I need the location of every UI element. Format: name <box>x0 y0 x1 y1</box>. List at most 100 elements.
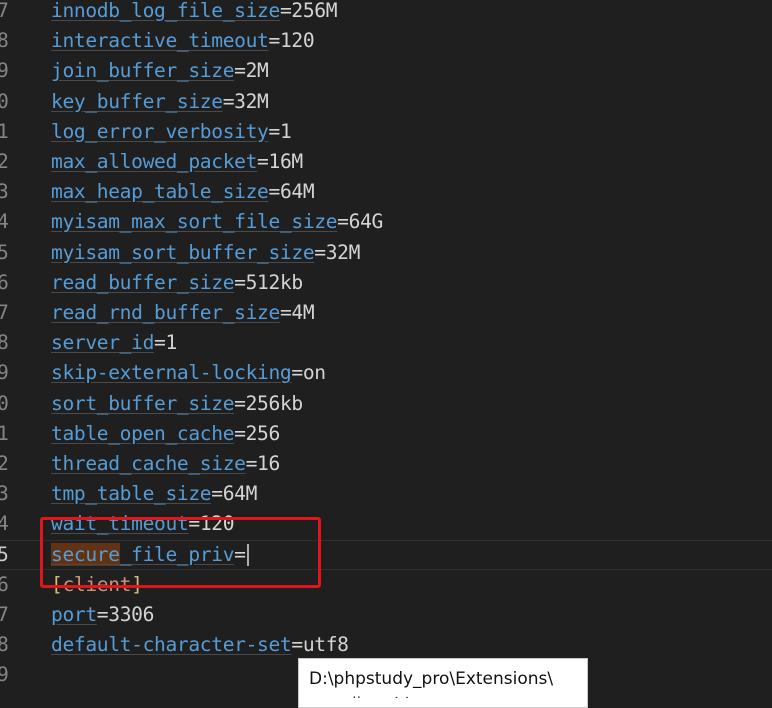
config-value: 256 <box>245 421 281 445</box>
code-text: [client] <box>51 570 143 600</box>
tooltip-second-line: …ㄧ ㄦ ㄧ ㄚ <box>309 690 577 698</box>
equals-sign: = <box>234 542 246 566</box>
config-key: wait_timeout <box>51 512 189 536</box>
equals-sign: = <box>337 210 349 234</box>
equals-sign: = <box>188 512 200 536</box>
code-line[interactable]: 9 skip-external-locking=on <box>0 358 772 388</box>
config-key: join_buffer_size <box>51 59 235 83</box>
code-text: secure_file_priv= <box>51 541 249 569</box>
code-text: default-character-set=utf8 <box>51 630 349 660</box>
code-line[interactable]: 7 read_rnd_buffer_size=4M <box>0 298 772 328</box>
code-text: max_heap_table_size=64M <box>51 177 315 207</box>
code-text: thread_cache_size=16 <box>51 449 280 479</box>
equals-sign: = <box>257 150 269 173</box>
equals-sign: = <box>234 421 246 445</box>
config-key: tmp_table_size <box>51 482 212 506</box>
config-key: secure_file_priv <box>51 542 235 566</box>
equals-sign: = <box>268 119 280 143</box>
code-line[interactable]: 5 secure_file_priv= <box>0 539 772 570</box>
code-text: myisam_sort_buffer_size=32M <box>51 238 360 268</box>
equals-sign: = <box>234 59 246 83</box>
config-value: on <box>302 361 326 385</box>
equals-sign: = <box>234 270 246 294</box>
config-value: utf8 <box>302 633 349 657</box>
code-line[interactable]: 0 sort_buffer_size=256kb <box>0 389 772 419</box>
code-line[interactable]: 5 myisam_sort_buffer_size=32M <box>0 238 772 268</box>
equals-sign: = <box>279 0 292 22</box>
code-line[interactable]: 3 max_heap_table_size=64M <box>0 177 772 207</box>
code-line[interactable]: 6 [client] <box>0 570 772 600</box>
tooltip-path-text: D:\phpstudy_pro\Extensions\ <box>309 669 554 689</box>
line-number: 2 <box>0 150 9 173</box>
config-key: interactive_timeout <box>51 29 269 53</box>
config-value: 64G <box>348 210 384 234</box>
equals-sign: = <box>234 391 246 415</box>
config-value: 120 <box>279 29 315 53</box>
config-key: sort_buffer_size <box>51 391 235 415</box>
code-line[interactable]: 7 port=3306 <box>0 600 772 630</box>
config-value: 64M <box>279 180 315 204</box>
config-value: 120 <box>199 512 235 536</box>
code-line[interactable]: 8 default-character-set=utf8 <box>0 630 772 660</box>
line-number: 7 <box>0 301 9 324</box>
equals-sign: = <box>96 603 109 626</box>
code-line[interactable]: 6 read_buffer_size=512kb <box>0 268 772 298</box>
equals-sign: = <box>279 301 292 324</box>
line-number: 4 <box>0 512 9 536</box>
config-key: myisam_sort_buffer_size <box>51 240 315 264</box>
line-number: 3 <box>0 482 9 506</box>
config-key: max_heap_table_size <box>51 180 269 204</box>
code-line[interactable]: 9 join_buffer_size=2M <box>0 56 772 86</box>
code-text: read_buffer_size=512kb <box>51 268 303 298</box>
config-key: default-character-set <box>51 633 292 657</box>
code-text: skip-external-locking=on <box>51 358 326 388</box>
code-line[interactable]: 4 myisam_max_sort_file_size=64G <box>0 207 772 237</box>
code-line[interactable]: 1 table_open_cache=256 <box>0 419 772 449</box>
line-number: 1 <box>0 119 9 143</box>
code-line[interactable]: 2 thread_cache_size=16 <box>0 449 772 479</box>
code-line[interactable]: 2 max_allowed_packet=16M <box>0 147 772 177</box>
code-text: join_buffer_size=2M <box>51 56 269 86</box>
section-name: client <box>62 572 132 596</box>
config-key: port <box>51 603 97 626</box>
config-key: read_rnd_buffer_size <box>51 301 280 324</box>
config-value: 256kb <box>245 391 304 415</box>
code-line[interactable]: 8 server_id=1 <box>0 328 772 358</box>
equals-sign: = <box>154 331 166 355</box>
config-key: log_error_verbosity <box>51 119 269 143</box>
code-text: read_rnd_buffer_size=4M <box>51 298 315 328</box>
code-text: sort_buffer_size=256kb <box>51 389 303 419</box>
line-number: 3 <box>0 180 9 204</box>
config-value: 512kb <box>245 270 304 294</box>
config-value: 3306 <box>108 603 155 626</box>
config-value: 32M <box>234 89 269 113</box>
config-value: 4M <box>291 301 315 324</box>
line-number: 8 <box>0 29 9 53</box>
config-value: 32M <box>325 240 361 264</box>
line-number: 6 <box>0 572 9 596</box>
equals-sign: = <box>314 240 326 264</box>
code-line[interactable]: 1 log_error_verbosity=1 <box>0 117 772 147</box>
equals-sign: = <box>268 29 280 53</box>
line-number: 8 <box>0 331 9 355</box>
line-number: 7 <box>0 0 9 22</box>
config-value: 2M <box>245 59 269 83</box>
code-text: port=3306 <box>51 600 154 630</box>
config-value: 1 <box>279 119 292 143</box>
code-editor[interactable]: 7 innodb_log_file_size=256M 8 interactive_t… <box>0 0 772 698</box>
code-text: log_error_verbosity=1 <box>51 117 292 147</box>
equals-sign: = <box>291 633 303 657</box>
code-line[interactable]: 7 innodb_log_file_size=256M <box>0 0 772 26</box>
code-line[interactable]: 0 key_buffer_size=32M <box>0 87 772 117</box>
code-line[interactable]: 4 wait_timeout=120 <box>0 509 772 539</box>
text-cursor <box>246 544 249 567</box>
code-line[interactable]: 8 interactive_timeout=120 <box>0 26 772 56</box>
line-number: 6 <box>0 270 9 294</box>
line-number: 9 <box>0 663 9 687</box>
section-bracket-close: ] <box>131 572 143 596</box>
equals-sign: = <box>268 180 280 204</box>
code-text: myisam_max_sort_file_size=64G <box>51 207 383 237</box>
code-text: key_buffer_size=32M <box>51 87 269 117</box>
code-line[interactable]: 3 tmp_table_size=64M <box>0 479 772 509</box>
line-number: 5 <box>0 240 9 264</box>
